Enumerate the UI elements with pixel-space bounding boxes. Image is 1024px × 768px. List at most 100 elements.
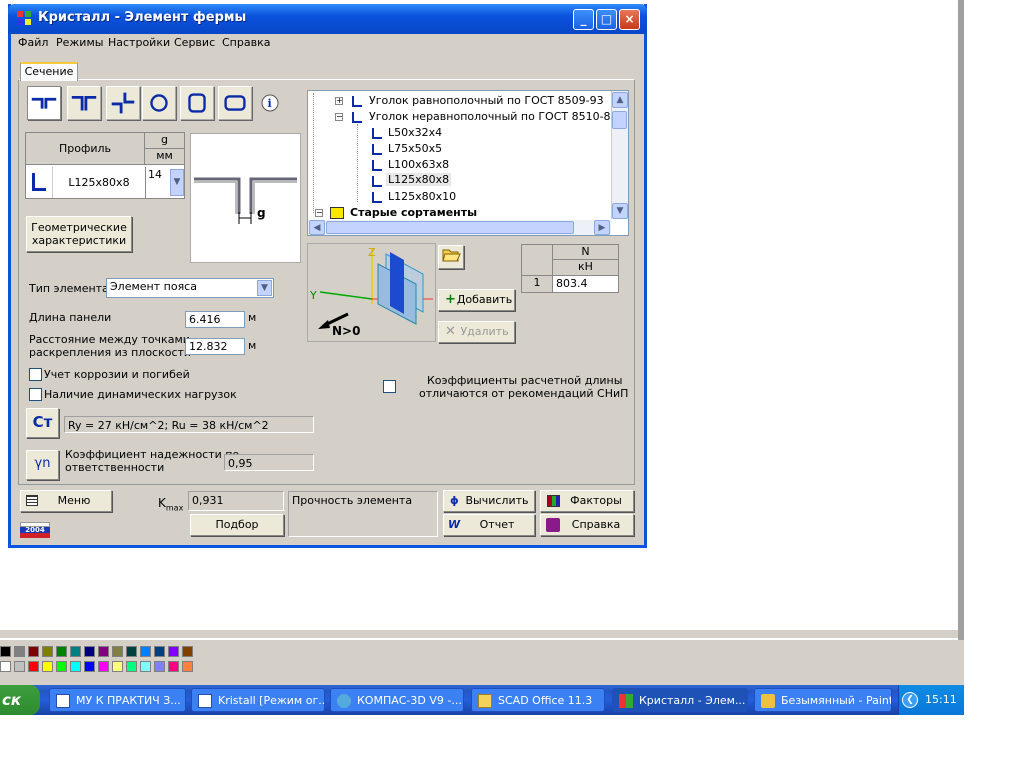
menu-file[interactable]: Файл (18, 36, 48, 49)
report-button[interactable]: W Отчет (443, 514, 535, 536)
delete-button[interactable]: ✕ Удалить (438, 321, 515, 343)
section-cross-angle-button[interactable] (106, 86, 140, 120)
panel-length-unit: м (248, 311, 257, 324)
color-swatch[interactable] (42, 661, 53, 672)
plus-icon: + (445, 292, 456, 307)
start-button[interactable]: ск (0, 685, 40, 715)
tree-item-selected[interactable]: L125x80x8 (386, 173, 452, 186)
color-swatch[interactable] (126, 646, 137, 657)
panel-length-input[interactable]: 6.416 (185, 311, 245, 328)
scroll-down-icon[interactable]: ▼ (612, 203, 628, 219)
length-coef-checkbox[interactable] (383, 380, 396, 393)
steel-button[interactable]: Ст (26, 408, 59, 438)
tree-item[interactable]: L75x50x5 (388, 142, 442, 155)
color-swatch[interactable] (112, 661, 123, 672)
color-swatch[interactable] (56, 646, 67, 657)
section-rect-pipe-button[interactable] (180, 86, 214, 120)
color-swatch[interactable] (28, 646, 39, 657)
menu-help[interactable]: Справка (222, 36, 270, 49)
add-button[interactable]: + Добавить (438, 289, 515, 311)
reliability-button[interactable]: γn (26, 450, 59, 480)
color-swatch[interactable] (154, 661, 165, 672)
color-swatch[interactable] (70, 646, 81, 657)
g-select-value: 14 (148, 168, 162, 181)
minimize-button[interactable]: _ (573, 9, 594, 30)
help-button[interactable]: Справка (540, 514, 634, 536)
tab-section[interactable]: Сечение (20, 62, 78, 81)
color-swatch[interactable] (140, 661, 151, 672)
maximize-button[interactable]: □ (596, 9, 617, 30)
info-icon[interactable]: i (260, 93, 280, 113)
tree-expand-icon[interactable]: + (335, 97, 343, 105)
color-swatch[interactable] (98, 646, 109, 657)
scroll-thumb[interactable] (326, 221, 574, 234)
color-swatch[interactable] (14, 646, 25, 657)
tree-collapse-icon[interactable]: − (315, 209, 323, 217)
scroll-up-icon[interactable]: ▲ (612, 92, 628, 108)
color-swatch[interactable] (0, 661, 11, 672)
tree-item[interactable]: Уголок равнополочный по ГОСТ 8509-93 (369, 94, 604, 107)
load-value-cell[interactable]: 803.4 (556, 277, 588, 290)
chevron-left-icon[interactable]: ❮ (902, 692, 918, 708)
section-double-angle-back-button[interactable] (67, 86, 101, 120)
color-swatch[interactable] (140, 646, 151, 657)
tree-item[interactable]: Старые сортаменты (350, 206, 477, 219)
color-swatch[interactable] (168, 661, 179, 672)
scroll-left-icon[interactable]: ◀ (309, 220, 325, 235)
app-icon (17, 11, 31, 25)
tree-item[interactable]: L100x63x8 (388, 158, 449, 171)
profile-value[interactable]: L125x80x8 (52, 167, 145, 198)
factors-button[interactable]: Факторы (540, 490, 634, 512)
tree-collapse-icon[interactable]: − (335, 113, 343, 121)
color-swatch[interactable] (56, 661, 67, 672)
select-button[interactable]: Подбор (190, 514, 284, 536)
tree-item[interactable]: L50x32x4 (388, 126, 442, 139)
menu-service[interactable]: Сервис (174, 36, 215, 49)
chevron-down-icon[interactable]: ▼ (257, 280, 272, 296)
element-type-select[interactable]: Элемент пояса ▼ (106, 278, 274, 298)
taskbar-item-active[interactable]: Кристалл - Элем... (612, 688, 748, 712)
tree-item[interactable]: L125x80x10 (388, 190, 456, 203)
dynamic-load-checkbox[interactable] (29, 388, 42, 401)
taskbar-item[interactable]: КОМПАС-3D V9 -... (330, 688, 464, 712)
taskbar-item[interactable]: Безымянный - Paint (754, 688, 892, 712)
section-diagram: g (190, 133, 301, 263)
color-swatch[interactable] (14, 661, 25, 672)
brace-distance-input[interactable]: 12.832 (185, 338, 245, 355)
menu-modes[interactable]: Режимы (56, 36, 103, 49)
section-double-angle-tee-button[interactable] (27, 86, 61, 120)
canvas-border (958, 0, 964, 640)
color-swatch[interactable] (84, 661, 95, 672)
corrosion-checkbox[interactable] (29, 368, 42, 381)
chevron-down-icon[interactable]: ▼ (170, 169, 184, 196)
color-swatch[interactable] (168, 646, 179, 657)
close-button[interactable]: × (619, 9, 640, 30)
open-file-button[interactable] (438, 245, 464, 269)
taskbar-item[interactable]: SCAD Office 11.3 (471, 688, 605, 712)
color-swatch[interactable] (112, 646, 123, 657)
geometric-characteristics-button[interactable]: Геометрические характеристики (26, 216, 132, 252)
taskbar-item[interactable]: Kristall [Режим ог... (191, 688, 325, 712)
color-swatch[interactable] (182, 661, 193, 672)
color-swatch[interactable] (154, 646, 165, 657)
color-swatch[interactable] (126, 661, 137, 672)
tree-item[interactable]: Уголок неравнополочный по ГОСТ 8510-86* (369, 110, 623, 123)
color-swatch[interactable] (28, 661, 39, 672)
color-swatch[interactable] (84, 646, 95, 657)
menu-button[interactable]: Меню (20, 490, 112, 512)
scroll-thumb[interactable] (612, 111, 627, 129)
taskbar-item[interactable]: МУ К ПРАКТИЧ З... (49, 688, 186, 712)
scroll-right-icon[interactable]: ▶ (594, 220, 610, 235)
color-palette[interactable] (0, 646, 210, 676)
g-select[interactable]: 14 ▼ (145, 167, 185, 198)
length-coef-label: Коэффициенты расчетной длины (427, 374, 623, 387)
section-box-button[interactable] (218, 86, 252, 120)
color-swatch[interactable] (70, 661, 81, 672)
color-swatch[interactable] (182, 646, 193, 657)
section-round-pipe-button[interactable] (142, 86, 176, 120)
color-swatch[interactable] (0, 646, 11, 657)
color-swatch[interactable] (98, 661, 109, 672)
calculate-button[interactable]: ϕ Вычислить (443, 490, 535, 512)
color-swatch[interactable] (42, 646, 53, 657)
menu-settings[interactable]: Настройки (108, 36, 170, 49)
